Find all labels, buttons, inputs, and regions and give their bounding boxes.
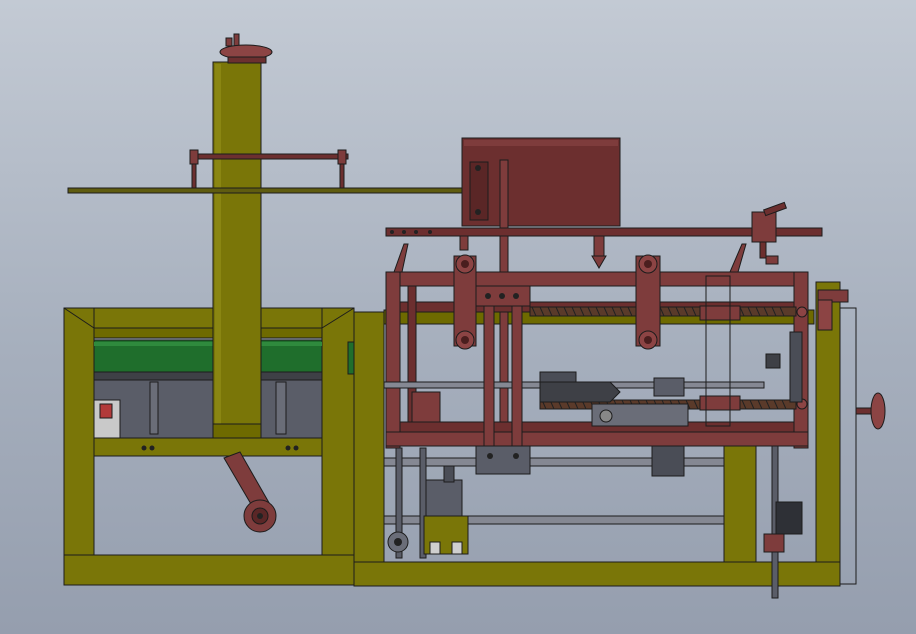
swing-arm-wheel [223, 451, 277, 533]
left-slider-assembly [453, 254, 477, 350]
center-slider-assembly [635, 254, 661, 350]
cad-viewport [0, 0, 916, 634]
machine-assembly-drawing [63, 33, 886, 599]
top-handwheel-icon [219, 33, 273, 64]
horizontal-boom [67, 149, 479, 194]
vertical-column [212, 61, 262, 439]
